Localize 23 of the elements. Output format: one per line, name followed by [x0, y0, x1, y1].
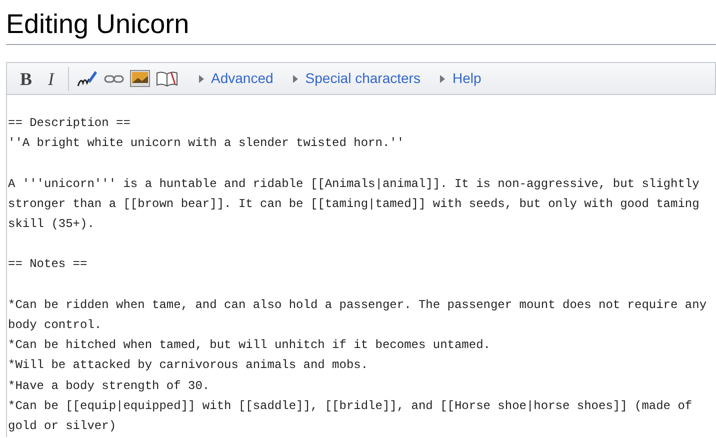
wikitext-line: == Description == [8, 115, 130, 132]
framed-picture-icon[interactable] [129, 68, 151, 90]
wikitext-line: == Notes == [8, 256, 88, 274]
wikitext-line: *Can be [[equip|equipped]] with [[saddle]], [[bridle]], and [[Horse shoe|horse shoes]] (made of [8, 398, 692, 415]
wikitext-line: A '''unicorn''' is a huntable and ridable [[Animals|animal]]. It is non-aggressive, but slightly [8, 176, 700, 193]
wikitext-line: *Have a body strength of 30. [8, 378, 210, 395]
wikitext-line: *Can be hitched when tamed, but will unhitch if it becomes untamed. [8, 337, 490, 354]
wikitext-line: *Will be attacked by carnivorous animals and mobs. [8, 357, 368, 374]
wikitext-line: stronger than a [[brown bear]]. It can be [[taming|tamed]] with seeds, but only with good taming [8, 196, 700, 213]
toolbar-section-link[interactable]: Advanced [197, 68, 274, 89]
wikitext-line: skill (35+). [8, 216, 94, 233]
toolbar-section-link[interactable]: Special characters [291, 68, 420, 89]
italic-button[interactable]: I [40, 68, 62, 90]
wikitext-line: ''A bright white unicorn with a slender twisted horn.'' [8, 135, 404, 152]
page-title: Editing Unicorn [6, 0, 716, 45]
toolbar-section-link[interactable]: Help [438, 68, 482, 89]
caret-icon [291, 74, 300, 82]
caret-icon [197, 74, 205, 82]
caret-icon [438, 74, 446, 82]
bold-button[interactable]: B [15, 68, 37, 90]
wikitext-line: gold or silver) [8, 418, 116, 435]
wikitext-line: *Can be ridden when tame, and can also hold a passenger. The passenger mount does not require any [8, 296, 707, 314]
wikitext-line: body control. [8, 316, 102, 334]
